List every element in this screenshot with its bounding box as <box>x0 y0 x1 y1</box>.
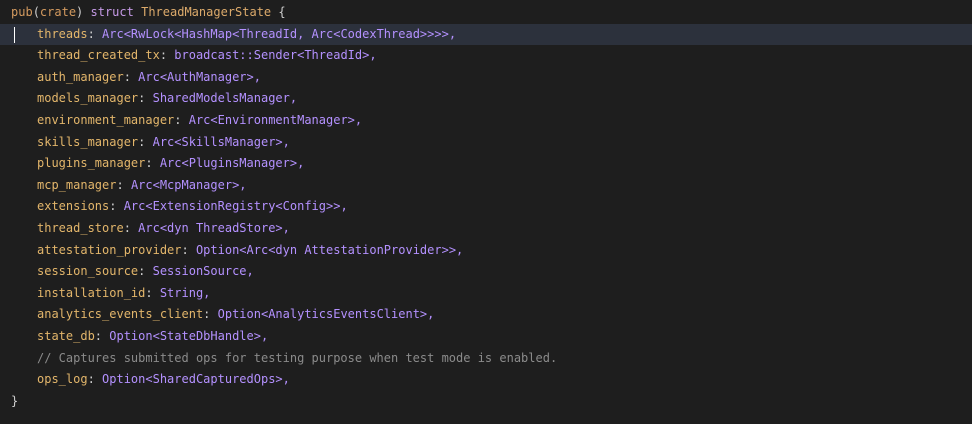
field-line-session-source[interactable]: session_source: SessionSource, <box>0 261 972 283</box>
colon: : <box>174 112 189 127</box>
field-type: SessionSource, <box>152 264 254 279</box>
struct-close-line[interactable]: } <box>0 391 972 413</box>
comment-line[interactable]: // Captures submitted ops for testing pu… <box>0 348 972 370</box>
field-name: skills_manager <box>37 134 139 149</box>
field-line-environment-manager[interactable]: environment_manager: Arc<EnvironmentMana… <box>0 110 972 132</box>
colon: : <box>203 307 218 322</box>
field-name: mcp_manager <box>37 177 117 192</box>
field-line-thread-store[interactable]: thread_store: Arc<dyn ThreadStore>, <box>0 218 972 240</box>
struct-name: ThreadManagerState <box>141 5 272 19</box>
brace-close: } <box>11 393 19 408</box>
field-line-ops-log[interactable]: ops_log: Option<SharedCapturedOps>, <box>0 369 972 391</box>
field-line-threads[interactable]: threads: Arc<RwLock<HashMap<ThreadId, Ar… <box>0 23 972 46</box>
field-name: installation_id <box>37 285 146 300</box>
keyword-crate: crate <box>39 5 77 19</box>
colon: : <box>123 220 139 235</box>
field-name: thread_store <box>37 220 124 235</box>
field-name: state_db <box>37 328 95 343</box>
keyword-pub: pub <box>11 5 33 19</box>
colon: : <box>145 156 160 171</box>
field-line-attestation-provider[interactable]: attestation_provider: Option<Arc<dyn Att… <box>0 240 972 262</box>
field-type: Option<AnalyticsEventsClient>, <box>217 307 435 322</box>
field-name: threads <box>37 26 88 41</box>
field-line-analytics-events-client[interactable]: analytics_events_client: Option<Analytic… <box>0 304 972 326</box>
field-type: Arc<SkillsManager>, <box>152 134 290 149</box>
field-name: auth_manager <box>37 69 124 84</box>
colon: : <box>109 199 124 214</box>
colon: : <box>123 69 139 84</box>
struct-declaration-line[interactable]: pub(crate) struct ThreadManagerState { <box>0 2 972 24</box>
field-line-installation-id[interactable]: installation_id: String, <box>0 283 972 305</box>
field-type: Arc<PluginsManager>, <box>159 156 305 171</box>
colon: : <box>138 91 153 106</box>
field-type: SharedModelsManager, <box>152 91 298 106</box>
field-name: models_manager <box>37 91 139 106</box>
field-type: Arc<EnvironmentManager>, <box>188 112 363 127</box>
paren-open: ( <box>32 5 40 19</box>
field-type: Option<SharedCapturedOps>, <box>102 372 290 387</box>
field-type: Option<Arc<dyn AttestationProvider>>, <box>195 242 464 257</box>
field-name: attestation_provider <box>37 242 182 257</box>
field-type: Arc<dyn ThreadStore>, <box>138 220 290 235</box>
colon: : <box>116 177 131 192</box>
colon: : <box>145 285 160 300</box>
colon: : <box>87 372 103 387</box>
field-type: String, <box>159 285 211 300</box>
field-name: extensions <box>37 199 110 214</box>
field-name: thread_created_tx <box>37 48 160 63</box>
field-name: session_source <box>37 264 139 279</box>
colon: : <box>87 26 103 41</box>
field-line-skills-manager[interactable]: skills_manager: Arc<SkillsManager>, <box>0 132 972 154</box>
colon: : <box>138 264 153 279</box>
field-type: Option<StateDbHandle>, <box>109 328 269 343</box>
field-line-mcp-manager[interactable]: mcp_manager: Arc<McpManager>, <box>0 175 972 197</box>
keyword-struct: struct <box>90 5 134 19</box>
colon: : <box>138 134 153 149</box>
colon: : <box>94 328 110 343</box>
field-name: analytics_events_client <box>37 307 204 322</box>
field-line-models-manager[interactable]: models_manager: SharedModelsManager, <box>0 88 972 110</box>
field-line-auth-manager[interactable]: auth_manager: Arc<AuthManager>, <box>0 67 972 89</box>
paren-close: ) <box>76 5 91 19</box>
colon: : <box>181 242 196 257</box>
field-line-thread-created-tx[interactable]: thread_created_tx: broadcast::Sender<Thr… <box>0 45 972 67</box>
field-name: ops_log <box>37 372 88 387</box>
code-comment: // Captures submitted ops for testing pu… <box>37 350 558 365</box>
colon: : <box>159 48 175 63</box>
field-type: Arc<ExtensionRegistry<Config>>, <box>123 199 348 214</box>
field-name: environment_manager <box>37 112 175 127</box>
field-line-state-db[interactable]: state_db: Option<StateDbHandle>, <box>0 326 972 348</box>
field-type: Arc<AuthManager>, <box>138 69 261 84</box>
field-type: broadcast::Sender<ThreadId>, <box>174 48 377 63</box>
brace-open: { <box>278 5 286 19</box>
field-name: plugins_manager <box>37 156 146 171</box>
text-cursor <box>14 26 15 43</box>
field-line-plugins-manager[interactable]: plugins_manager: Arc<PluginsManager>, <box>0 153 972 175</box>
field-type: Arc<McpManager>, <box>130 177 247 192</box>
field-type: Arc<RwLock<HashMap<ThreadId, Arc<CodexTh… <box>102 26 457 41</box>
field-line-extensions[interactable]: extensions: Arc<ExtensionRegistry<Config… <box>0 196 972 218</box>
code-editor[interactable]: pub(crate) struct ThreadManagerState { t… <box>0 0 972 424</box>
